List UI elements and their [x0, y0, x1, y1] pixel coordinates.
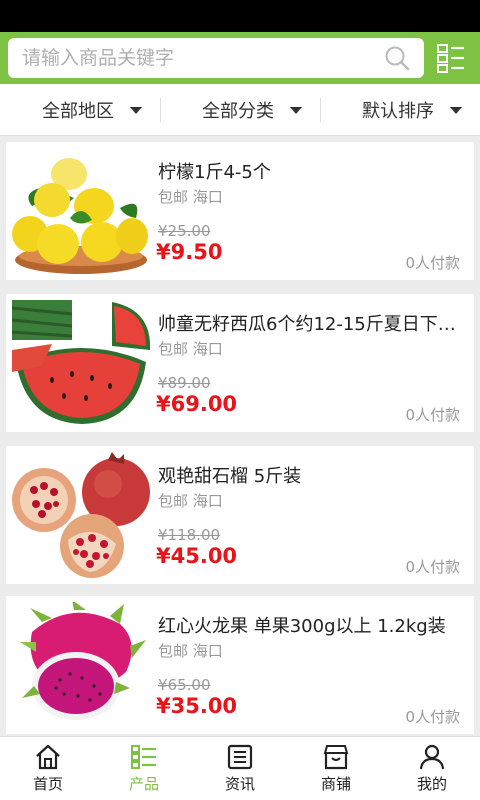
shop-icon	[323, 745, 349, 770]
tab-products[interactable]: 产品	[96, 737, 192, 800]
product-original-price: ¥89.00	[158, 374, 211, 392]
product-title: 柠檬1斤4-5个	[158, 162, 271, 183]
product-card[interactable]: 红心火龙果 单果300g以上 1.2kg装 包邮 海口 ¥65.00 ¥35.0…	[6, 596, 474, 734]
product-shipping: 包邮 海口	[158, 188, 223, 206]
product-price: ¥45.00	[156, 544, 238, 568]
product-paid-count: 0人付款	[405, 406, 460, 424]
product-price: ¥35.00	[156, 694, 238, 718]
search-input[interactable]	[22, 38, 372, 78]
product-image-dragonfruit	[12, 602, 150, 728]
status-bar	[0, 0, 480, 32]
list-icon	[131, 745, 156, 769]
news-icon	[227, 744, 253, 770]
caret-down-icon	[130, 106, 142, 114]
product-image-watermelon	[12, 300, 150, 426]
tab-products-label: 产品	[128, 775, 159, 793]
home-icon	[36, 744, 60, 770]
filter-category-label: 全部分类	[202, 101, 274, 122]
filter-bar: 全部地区 全部分类 默认排序	[0, 84, 480, 136]
filter-sort-label: 默认排序	[362, 101, 434, 122]
product-card[interactable]: 观艳甜石榴 5斤装 包邮 海口 ¥118.00 ¥45.00 0人付款	[6, 446, 474, 584]
category-list-icon[interactable]	[436, 42, 466, 74]
product-paid-count: 0人付款	[405, 254, 460, 272]
product-card[interactable]: 柠檬1斤4-5个 包邮 海口 ¥25.00 ¥9.50 0人付款	[6, 142, 474, 280]
product-price: ¥9.50	[156, 240, 223, 264]
tab-profile-label: 我的	[416, 775, 447, 793]
search-icon[interactable]	[384, 45, 410, 71]
product-paid-count: 0人付款	[405, 558, 460, 576]
product-price: ¥69.00	[156, 392, 238, 416]
filter-region[interactable]: 全部地区	[42, 84, 142, 136]
divider	[160, 98, 161, 122]
filter-sort[interactable]: 默认排序	[362, 84, 462, 136]
caret-down-icon	[290, 106, 302, 114]
product-title: 红心火龙果 单果300g以上 1.2kg装	[158, 616, 446, 637]
tab-shop[interactable]: 商铺	[288, 737, 384, 800]
bottom-tab-bar: 首页 产品 资讯 商铺 我的	[0, 736, 480, 800]
tab-news[interactable]: 资讯	[192, 737, 288, 800]
caret-down-icon	[450, 106, 462, 114]
product-title: 帅童无籽西瓜6个约12-15斤夏日下…	[158, 314, 456, 335]
filter-region-label: 全部地区	[42, 101, 114, 122]
product-original-price: ¥25.00	[158, 222, 211, 240]
tab-shop-label: 商铺	[320, 775, 351, 793]
product-card[interactable]: 帅童无籽西瓜6个约12-15斤夏日下… 包邮 海口 ¥89.00 ¥69.00 …	[6, 294, 474, 432]
product-image-lemon	[12, 148, 150, 274]
divider	[320, 98, 321, 122]
search-box	[8, 38, 424, 78]
tab-home-label: 首页	[32, 775, 63, 793]
product-shipping: 包邮 海口	[158, 642, 223, 660]
product-shipping: 包邮 海口	[158, 492, 223, 510]
product-original-price: ¥118.00	[158, 526, 221, 544]
tab-profile[interactable]: 我的	[384, 737, 480, 800]
tab-news-label: 资讯	[224, 775, 255, 793]
product-shipping: 包邮 海口	[158, 340, 223, 358]
user-icon	[419, 744, 445, 770]
product-original-price: ¥65.00	[158, 676, 211, 694]
filter-category[interactable]: 全部分类	[202, 84, 302, 136]
search-bar	[0, 32, 480, 84]
product-paid-count: 0人付款	[405, 708, 460, 726]
tab-home[interactable]: 首页	[0, 737, 96, 800]
product-title: 观艳甜石榴 5斤装	[158, 466, 302, 487]
product-image-pomegranate	[12, 452, 150, 578]
